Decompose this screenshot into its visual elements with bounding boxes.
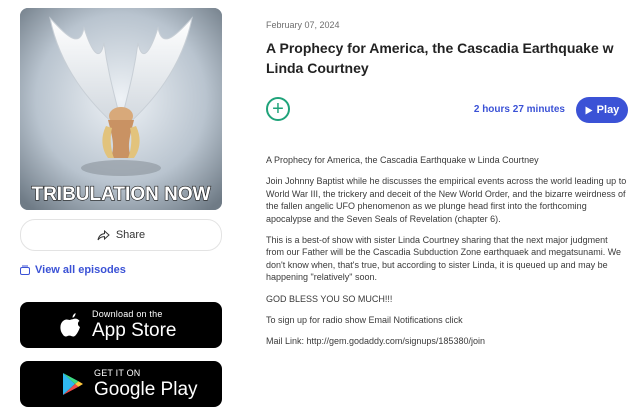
description-paragraph: GOD BLESS YOU SO MUCH!!! bbox=[266, 293, 393, 304]
episode-actions: + 2 hours 27 minutes Play bbox=[266, 97, 628, 125]
play-label: Play bbox=[596, 104, 620, 116]
share-button[interactable]: Share bbox=[20, 219, 222, 251]
episode-detail: February 07, 2024 A Prophecy for America… bbox=[266, 20, 628, 346]
google-play-big-text: Google Play bbox=[94, 379, 198, 400]
app-store-badge[interactable]: Download on the App Store bbox=[20, 302, 222, 348]
google-play-badge[interactable]: GET IT ON Google Play bbox=[20, 361, 222, 407]
play-button[interactable]: Play bbox=[576, 97, 628, 123]
share-label: Share bbox=[115, 229, 146, 241]
view-all-episodes-link[interactable]: View all episodes bbox=[20, 264, 222, 276]
episodes-list-icon bbox=[20, 265, 30, 275]
podcast-cover-art: TRIBULATION NOW bbox=[20, 8, 222, 210]
description-paragraph: This is a best-of show with sister Linda… bbox=[266, 235, 622, 283]
description-paragraph: To sign up for radio show Email Notifica… bbox=[266, 315, 463, 326]
episode-title: A Prophecy for America, the Cascadia Ear… bbox=[266, 40, 614, 76]
episode-description: A Prophecy for America, the Cascadia Ear… bbox=[266, 154, 628, 357]
mail-link-text[interactable]: Mail Link: http://gem.godaddy.com/signup… bbox=[266, 335, 628, 347]
description-paragraph: A Prophecy for America, the Cascadia Ear… bbox=[266, 155, 539, 165]
episode-duration: 2 hours 27 minutes bbox=[473, 104, 565, 115]
plus-icon: + bbox=[272, 98, 284, 120]
play-icon bbox=[585, 106, 593, 114]
cover-illustration: TRIBULATION NOW bbox=[20, 8, 222, 210]
app-store-big-text: App Store bbox=[92, 320, 177, 341]
share-icon bbox=[97, 229, 110, 240]
apple-icon bbox=[60, 313, 80, 337]
episode-date: February 07, 2024 bbox=[266, 20, 340, 30]
google-play-icon bbox=[63, 373, 83, 395]
sidebar: TRIBULATION NOW Share View all episodes … bbox=[20, 8, 222, 407]
description-paragraph: Join Johnny Baptist while he discusses t… bbox=[266, 176, 627, 224]
google-play-small-text: GET IT ON bbox=[94, 368, 141, 378]
app-store-small-text: Download on the bbox=[92, 309, 163, 319]
cover-title-text: TRIBULATION NOW bbox=[31, 184, 210, 205]
view-all-label: View all episodes bbox=[35, 264, 126, 276]
add-to-library-button[interactable]: + bbox=[266, 97, 290, 121]
